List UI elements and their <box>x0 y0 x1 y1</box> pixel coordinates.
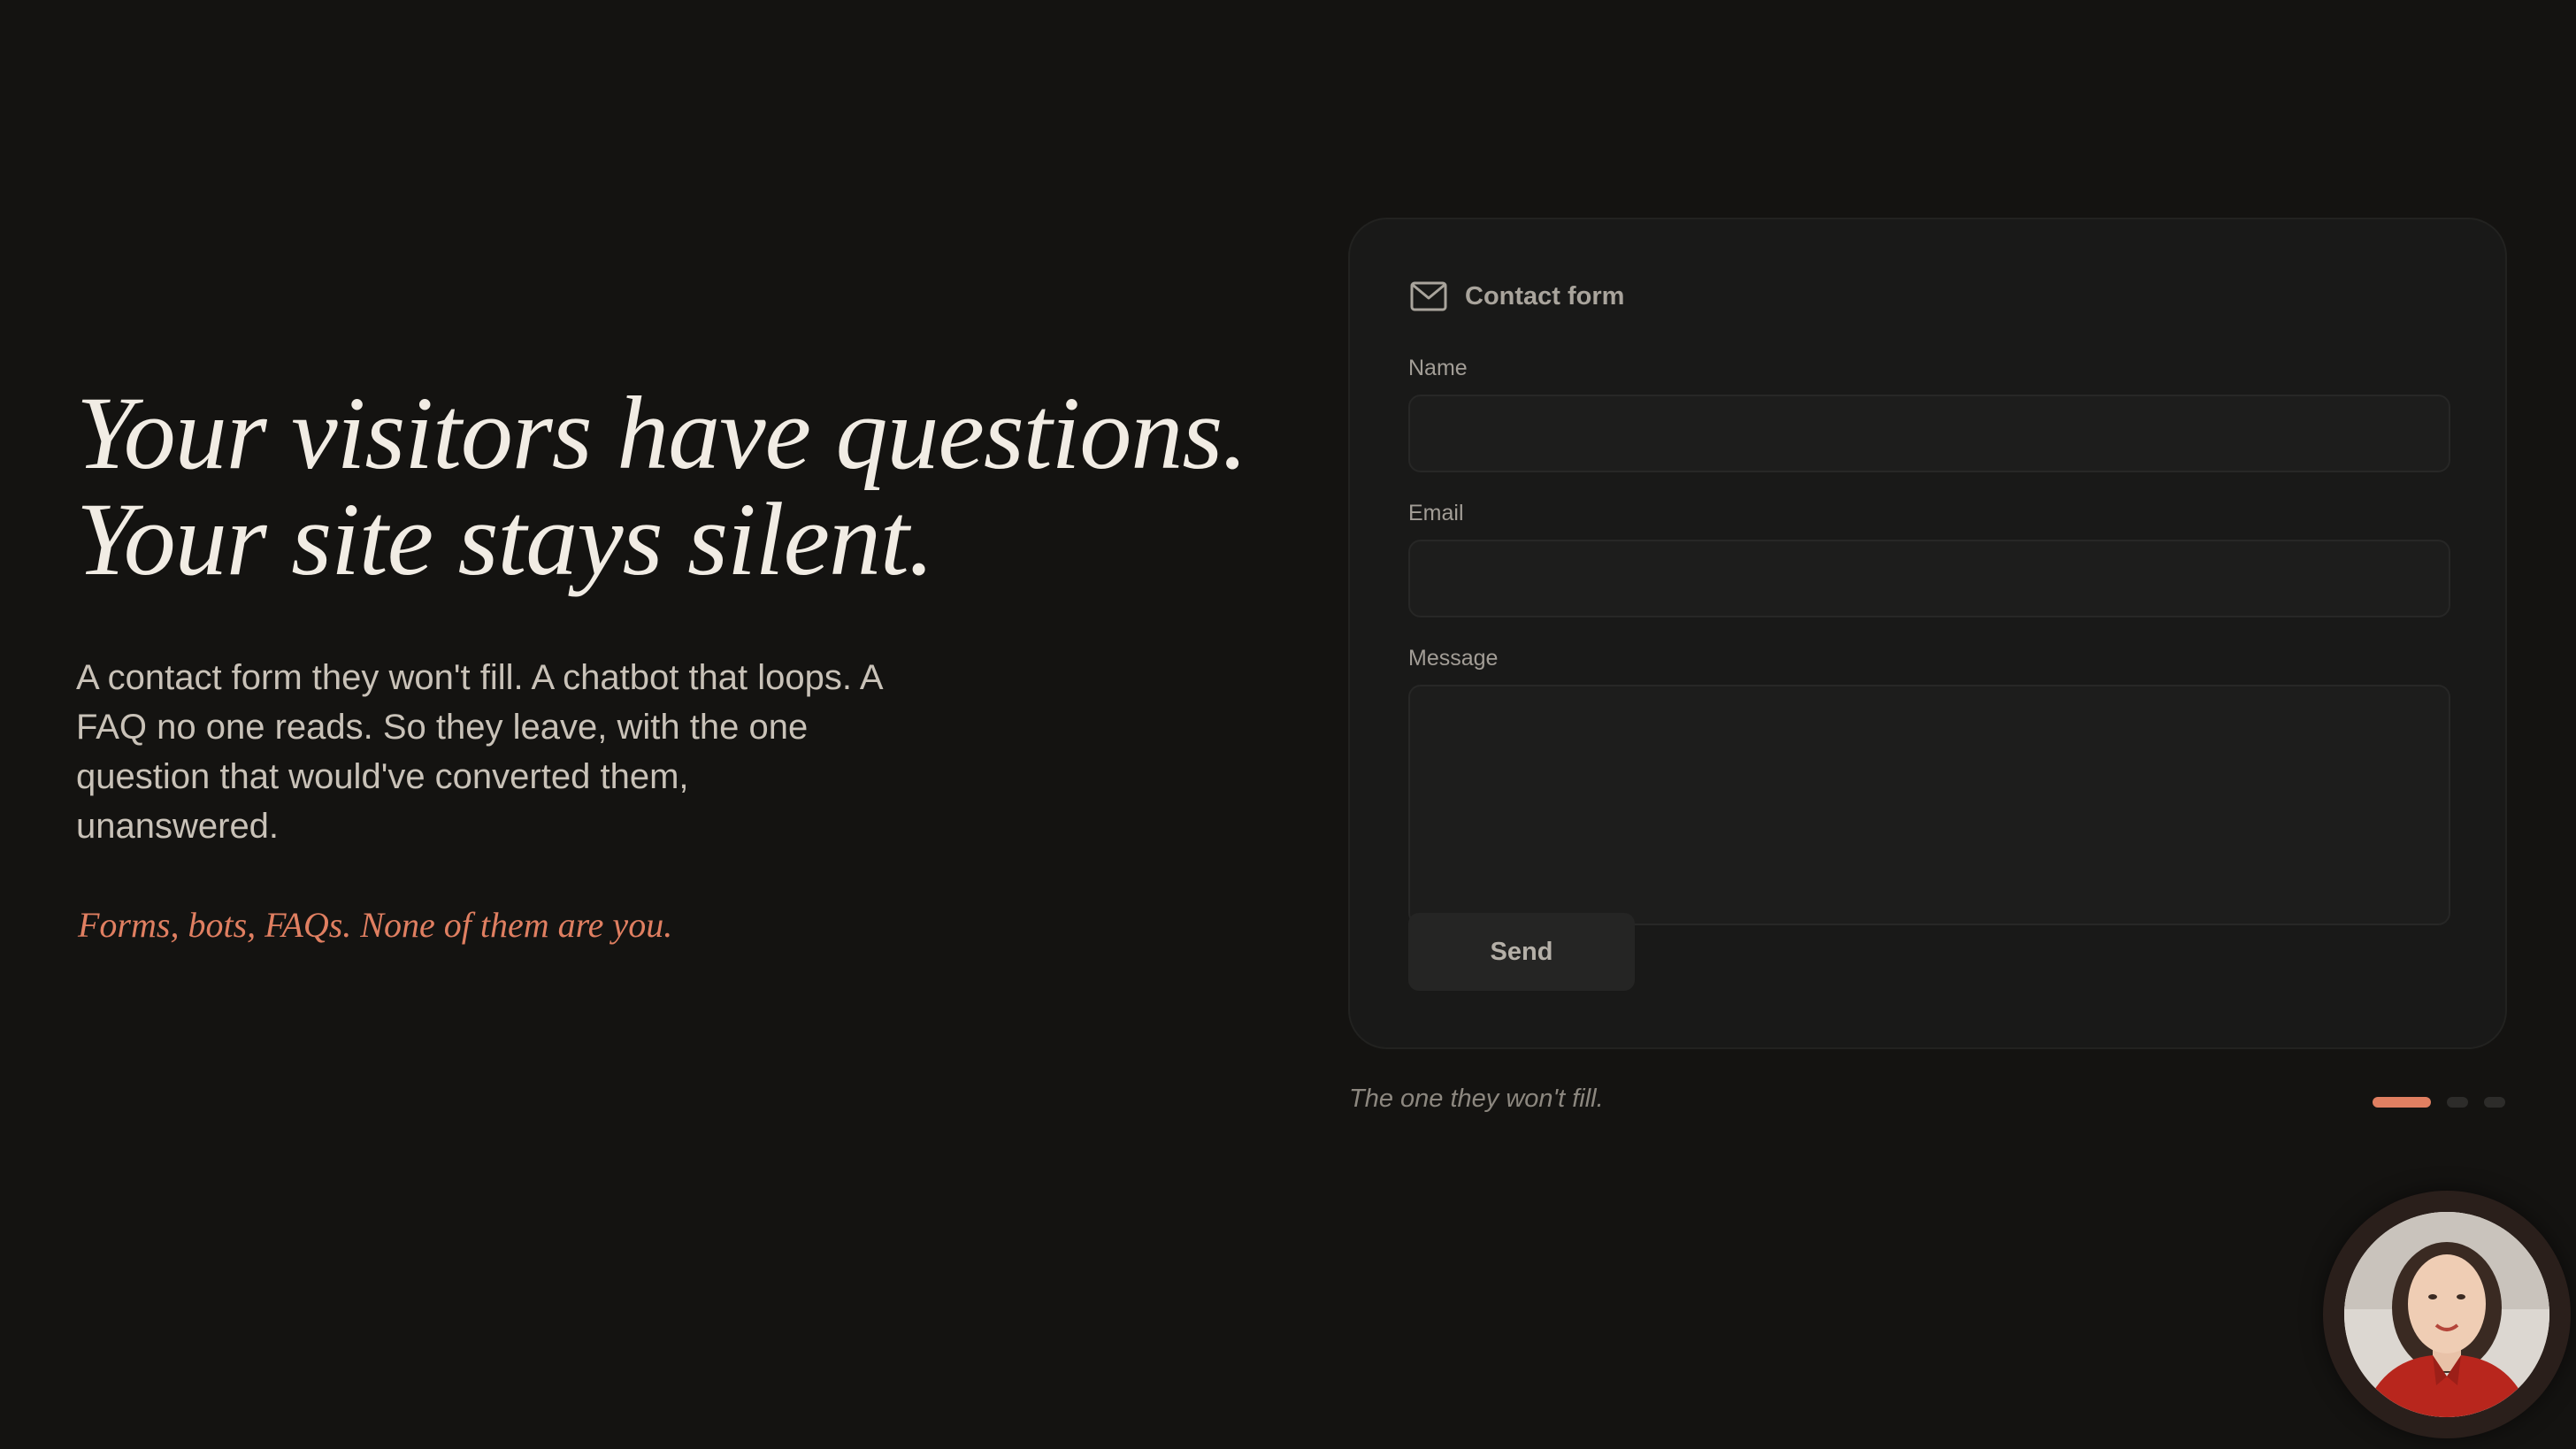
presenter-video-bubble[interactable] <box>2323 1191 2571 1438</box>
hero-body: A contact form they won't fill. A chatbo… <box>76 658 882 846</box>
page: Your visitors have questions. Your site … <box>0 0 2576 1449</box>
hero-title-line-2: Your site stays silent. <box>76 481 934 597</box>
carousel-dot-3[interactable] <box>2484 1097 2505 1108</box>
message-label: Message <box>1408 646 1499 671</box>
contact-form-header: Contact form <box>1410 281 1624 311</box>
message-textarea[interactable] <box>1408 685 2450 925</box>
contact-form-card: Contact form Name Email Message Send <box>1348 218 2507 1049</box>
send-button[interactable]: Send <box>1408 913 1635 991</box>
email-label: Email <box>1408 501 1464 525</box>
mail-icon <box>1410 281 1447 311</box>
email-input[interactable] <box>1408 540 2450 617</box>
hero-tagline: Forms, bots, FAQs. None of them are you. <box>78 905 673 945</box>
carousel-dot-2[interactable] <box>2447 1097 2468 1108</box>
carousel-pagination <box>2373 1097 2505 1108</box>
presenter-video-icon <box>2344 1212 2549 1417</box>
carousel-dot-1[interactable] <box>2373 1097 2431 1108</box>
name-input[interactable] <box>1408 395 2450 472</box>
form-caption: The one they won't fill. <box>1349 1085 1604 1113</box>
hero-title-line-1: Your visitors have questions. <box>76 375 1248 491</box>
presenter-avatar <box>2344 1212 2549 1417</box>
contact-form-title: Contact form <box>1465 281 1625 310</box>
hero-title: Your visitors have questions. Your site … <box>76 380 1297 593</box>
name-label: Name <box>1408 356 1468 380</box>
